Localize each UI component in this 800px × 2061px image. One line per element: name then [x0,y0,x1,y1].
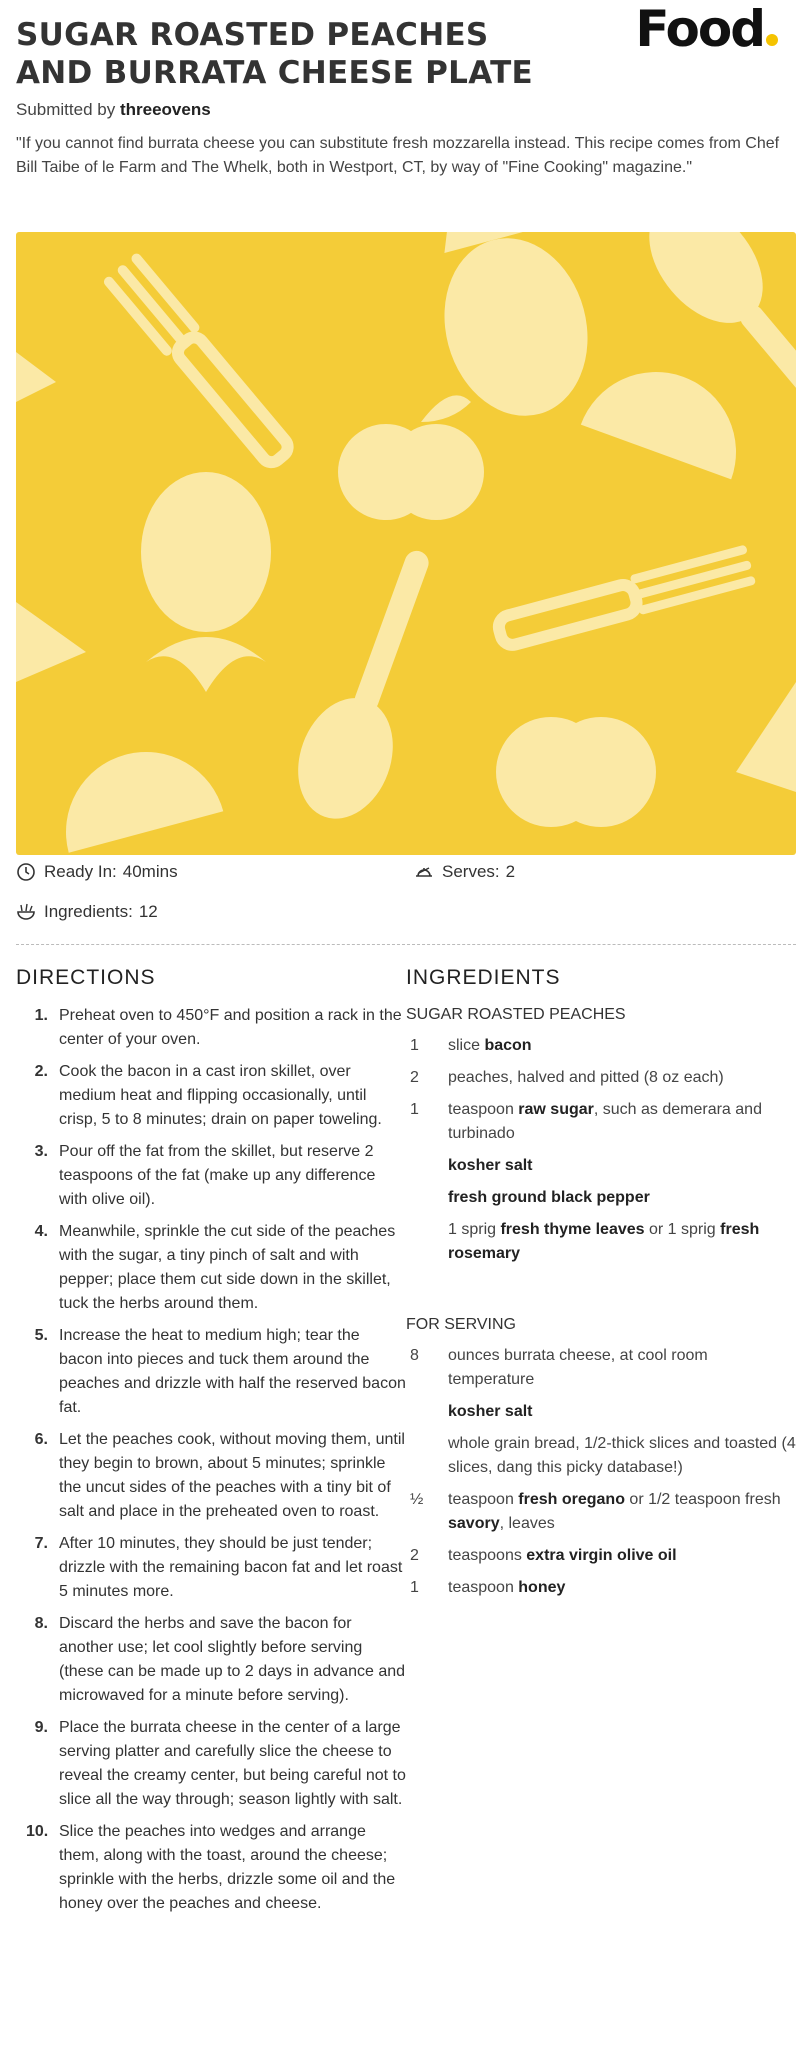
author-link[interactable]: threeovens [120,100,211,119]
serves: Serves: 2 [414,862,515,882]
food-pattern-illustration [16,232,796,853]
ingredient-row: fresh ground black pepper [406,1186,796,1210]
direction-step: 3. Pour off the fat from the skillet, but… [34,1143,376,1208]
ingredient-count: Ingredients: 12 [16,902,158,922]
ingredient-link[interactable]: kosher salt [448,1157,532,1174]
serves-value: 2 [505,862,516,881]
ingredient-row: kosher salt [406,1400,796,1424]
ingredient-link[interactable]: raw sugar [518,1101,594,1118]
direction-step: 2. Cook the bacon in a cast iron skillet,… [34,1063,382,1128]
ready-in: Ready In: 40mins [16,862,178,882]
ingredient-row: whole grain bread, 1/2-thick slices and … [448,1435,796,1476]
ingredient-link[interactable]: kosher salt [448,1403,532,1420]
direction-step: 4. Meanwhile, sprinkle the cut side of th… [34,1223,396,1312]
direction-step: 10. Slice the peaches into wedges and arr… [26,1823,396,1912]
ingredient-link[interactable]: extra virgin olive oil [526,1547,676,1564]
submitted-prefix: Submitted by [16,100,116,119]
directions-list: 1. Preheat oven to 450°F and position a r… [16,1004,406,1924]
recipe-description: "If you cannot find burrata cheese you c… [16,135,780,176]
ingredients-value: 12 [138,902,158,921]
ingredient-link[interactable]: fresh ground black pepper [448,1189,650,1206]
ingredient-link[interactable]: fresh thyme leaves [500,1221,644,1238]
direction-step: 8. Discard the herbs and save the bacon f… [34,1615,406,1704]
ingredient-row: 1 teaspoon raw sugar, such as demerara an… [410,1101,762,1142]
direction-step: 7. After 10 minutes, they should be just … [34,1535,403,1600]
direction-step: 5. Increase the heat to medium high; tear… [34,1327,406,1416]
ingredient-row: 1 slice bacon [410,1037,532,1054]
direction-step: 1. Preheat oven to 450°F and position a r… [34,1007,402,1048]
byline: Submitted by threeovens [16,100,211,120]
logo-dot [766,34,778,46]
direction-step: 6. Let the peaches cook, without moving t… [34,1431,405,1520]
ingredients-bowl-icon [17,903,35,920]
direction-step: 9. Place the burrata cheese in the center… [34,1719,406,1808]
ingredient-group-title: SUGAR ROASTED PEACHES [406,1006,626,1023]
serves-label: Serves: [442,862,500,881]
ingredients-label: Ingredients: [44,902,133,921]
logo[interactable]: Food [635,0,778,58]
ingredient-link[interactable]: savory [448,1515,500,1532]
ingredient-row: kosher salt [406,1154,796,1178]
ingredient-group-title: FOR SERVING [406,1316,516,1333]
ingredient-row: 2 peaches, halved and pitted (8 oz each) [410,1069,724,1086]
clock-icon [17,863,35,881]
ingredient-row: ½ teaspoon fresh oregano or 1/2 teaspoon … [410,1491,781,1532]
ingredient-link[interactable]: fresh oregano [518,1491,625,1508]
recipe-hero-image [16,232,796,855]
serving-dish-icon [416,867,432,877]
ready-label: Ready In: [44,862,117,881]
ingredient-row: 8 ounces burrata cheese, at cool room tem… [410,1347,708,1388]
ready-value: 40mins [122,862,178,881]
ingredient-row: 2 teaspoons extra virgin olive oil [410,1547,677,1564]
ingredient-link[interactable]: honey [518,1579,565,1596]
ingredient-link[interactable]: bacon [484,1037,531,1054]
divider [16,944,796,945]
recipe-title: SUGAR ROASTED PEACHES AND BURRATA CHEESE… [16,17,534,91]
ingredients-list: SUGAR ROASTED PEACHES 1 slice bacon 2 peac… [406,1006,796,1608]
ingredients-heading: INGREDIENTS [406,966,561,989]
directions-heading: DIRECTIONS [16,966,156,989]
ingredient-row: 1 sprig fresh thyme leaves or 1 sprig fr… [448,1221,760,1262]
ingredient-row: 1 teaspoon honey [410,1579,566,1596]
